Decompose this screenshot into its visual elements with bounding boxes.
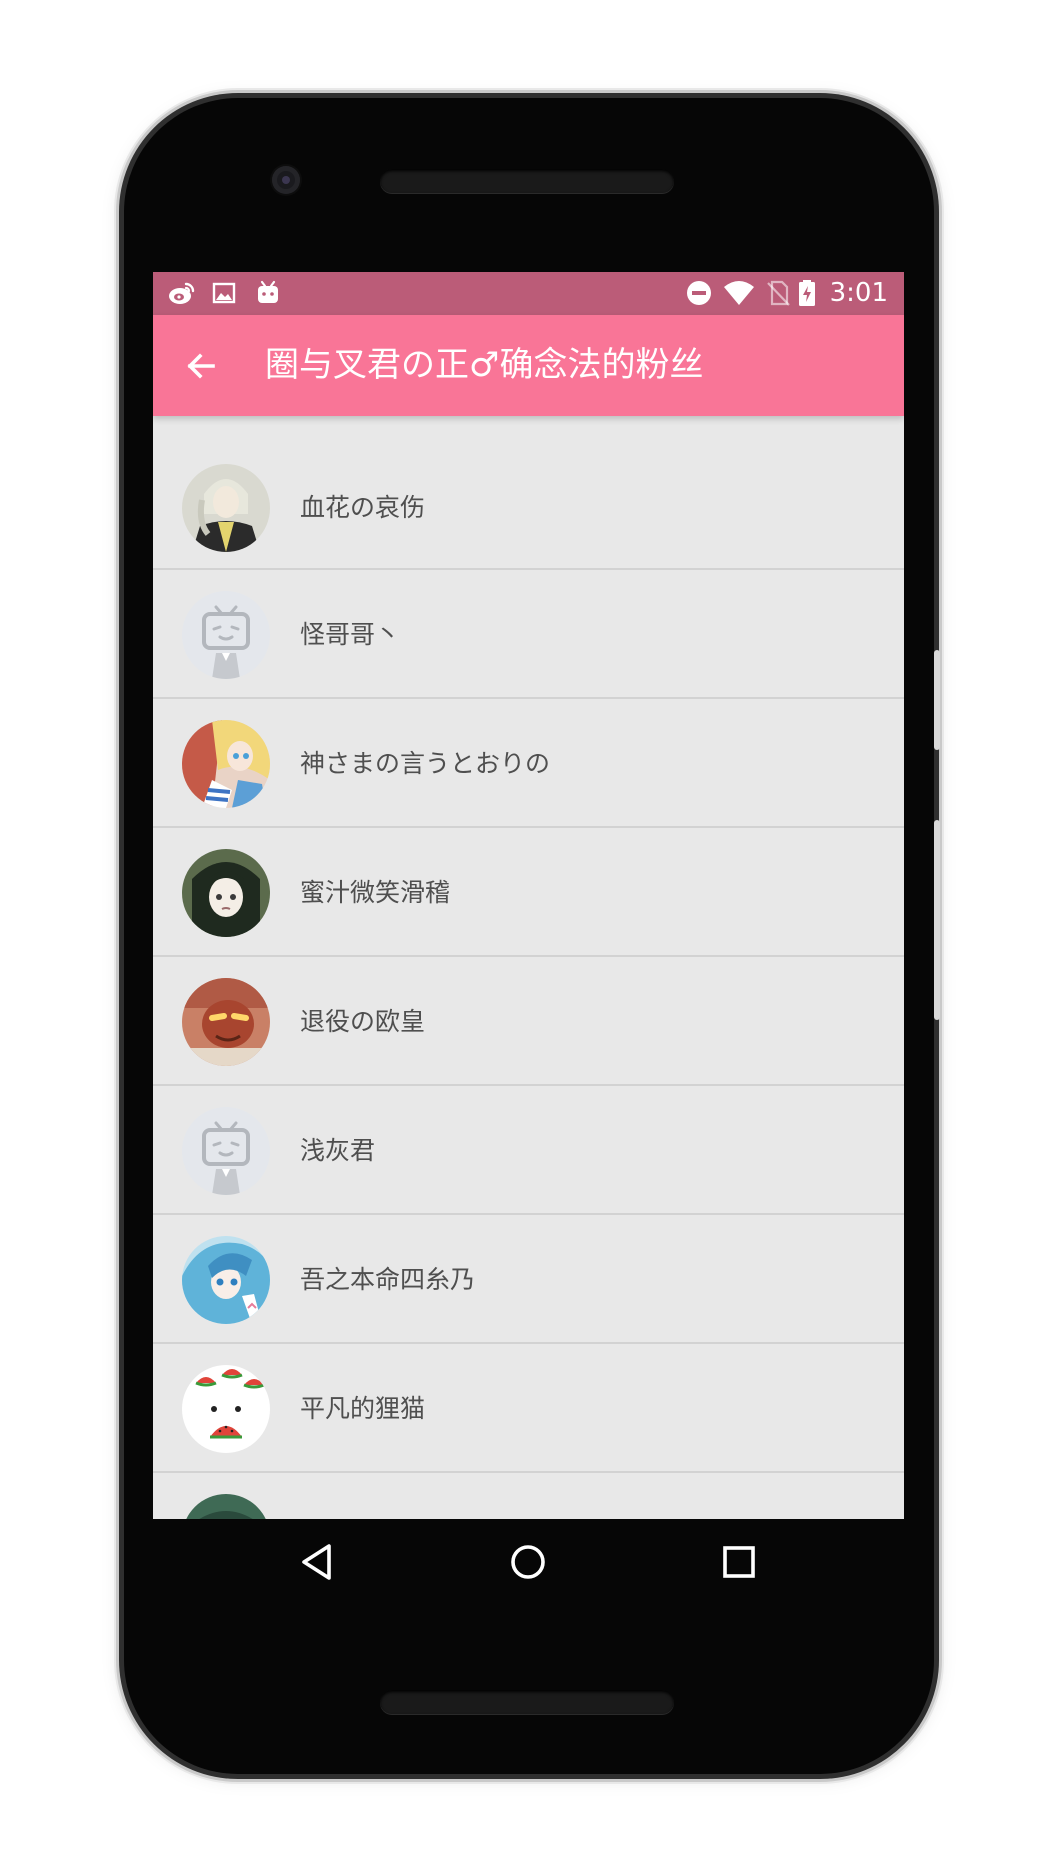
weibo-icon xyxy=(169,282,195,304)
follower-name: 平凡的狸猫 xyxy=(300,1394,426,1423)
earpiece-speaker xyxy=(380,169,674,193)
no-sim-icon xyxy=(767,280,790,306)
nav-recents-icon[interactable] xyxy=(714,1537,764,1587)
anime-girls-avatar xyxy=(182,720,270,808)
avatar[interactable] xyxy=(182,1236,270,1324)
avatar[interactable] xyxy=(182,591,270,679)
list-item[interactable]: 退役の欧皇 xyxy=(153,957,904,1086)
front-camera xyxy=(272,166,300,194)
volume-button xyxy=(934,650,940,750)
list-item[interactable] xyxy=(153,1473,904,1519)
arrow-back-icon[interactable] xyxy=(183,348,219,384)
wifi-icon xyxy=(724,281,754,305)
battery-charging-icon xyxy=(799,280,815,306)
avatar[interactable] xyxy=(182,1494,270,1519)
avatar[interactable] xyxy=(182,720,270,808)
do-not-disturb-icon xyxy=(687,281,711,305)
nav-back-icon[interactable] xyxy=(293,1537,343,1587)
follower-name: 血花の哀伤 xyxy=(300,493,426,522)
image-icon xyxy=(212,282,236,304)
avatar[interactable] xyxy=(182,1107,270,1195)
follower-name: 神さまの言うとおりの xyxy=(300,749,551,778)
nav-home-icon[interactable] xyxy=(503,1537,553,1587)
power-button xyxy=(934,820,940,1020)
avatar[interactable] xyxy=(182,464,270,552)
status-time: 3:01 xyxy=(829,278,888,308)
list-item[interactable]: 蜜汁微笑滑稽 xyxy=(153,828,904,957)
follower-name: 怪哥哥丶 xyxy=(300,620,401,649)
list-item[interactable]: 浅灰君 xyxy=(153,1086,904,1215)
yoshino-avatar xyxy=(182,1236,270,1324)
anime-boy-avatar xyxy=(182,464,270,552)
list-item[interactable]: 怪哥哥丶 xyxy=(153,570,904,699)
avatar[interactable] xyxy=(182,1365,270,1453)
partial-avatar xyxy=(182,1494,270,1519)
watermelon-cat-avatar xyxy=(182,1365,270,1453)
follower-name: 浅灰君 xyxy=(300,1136,376,1165)
list-item[interactable]: 血花の哀伤 xyxy=(153,416,904,570)
follower-name: 退役の欧皇 xyxy=(300,1007,426,1036)
default-tv-avatar xyxy=(182,591,270,679)
navigation-bar xyxy=(153,1519,904,1605)
list-item[interactable]: 神さまの言うとおりの xyxy=(153,699,904,828)
avatar[interactable] xyxy=(182,978,270,1066)
default-tv-avatar xyxy=(182,1107,270,1195)
follower-name: 蜜汁微笑滑稽 xyxy=(300,878,451,907)
followers-list[interactable]: 血花の哀伤 怪哥哥丶 神さまの言うとおりの 蜜汁微笑滑稽 退役の欧皇 浅灰君 吾… xyxy=(153,416,904,1519)
dark-hair-girl-avatar xyxy=(182,849,270,937)
follower-name: 吾之本命四糸乃 xyxy=(300,1265,476,1294)
status-bar: 3:01 xyxy=(153,272,904,315)
bilibili-tv-icon xyxy=(258,280,278,303)
red-face-avatar xyxy=(182,978,270,1066)
screen: 3:01 圈与叉君の正♂确念法的粉丝 血花の哀伤 怪哥哥丶 神さまの言うとおりの… xyxy=(153,272,904,1519)
page-title: 圈与叉君の正♂确念法的粉丝 xyxy=(265,345,704,385)
avatar[interactable] xyxy=(182,849,270,937)
bottom-speaker xyxy=(380,1690,674,1714)
list-item[interactable]: 吾之本命四糸乃 xyxy=(153,1215,904,1344)
toolbar: 圈与叉君の正♂确念法的粉丝 xyxy=(153,315,904,416)
list-item[interactable]: 平凡的狸猫 xyxy=(153,1344,904,1473)
